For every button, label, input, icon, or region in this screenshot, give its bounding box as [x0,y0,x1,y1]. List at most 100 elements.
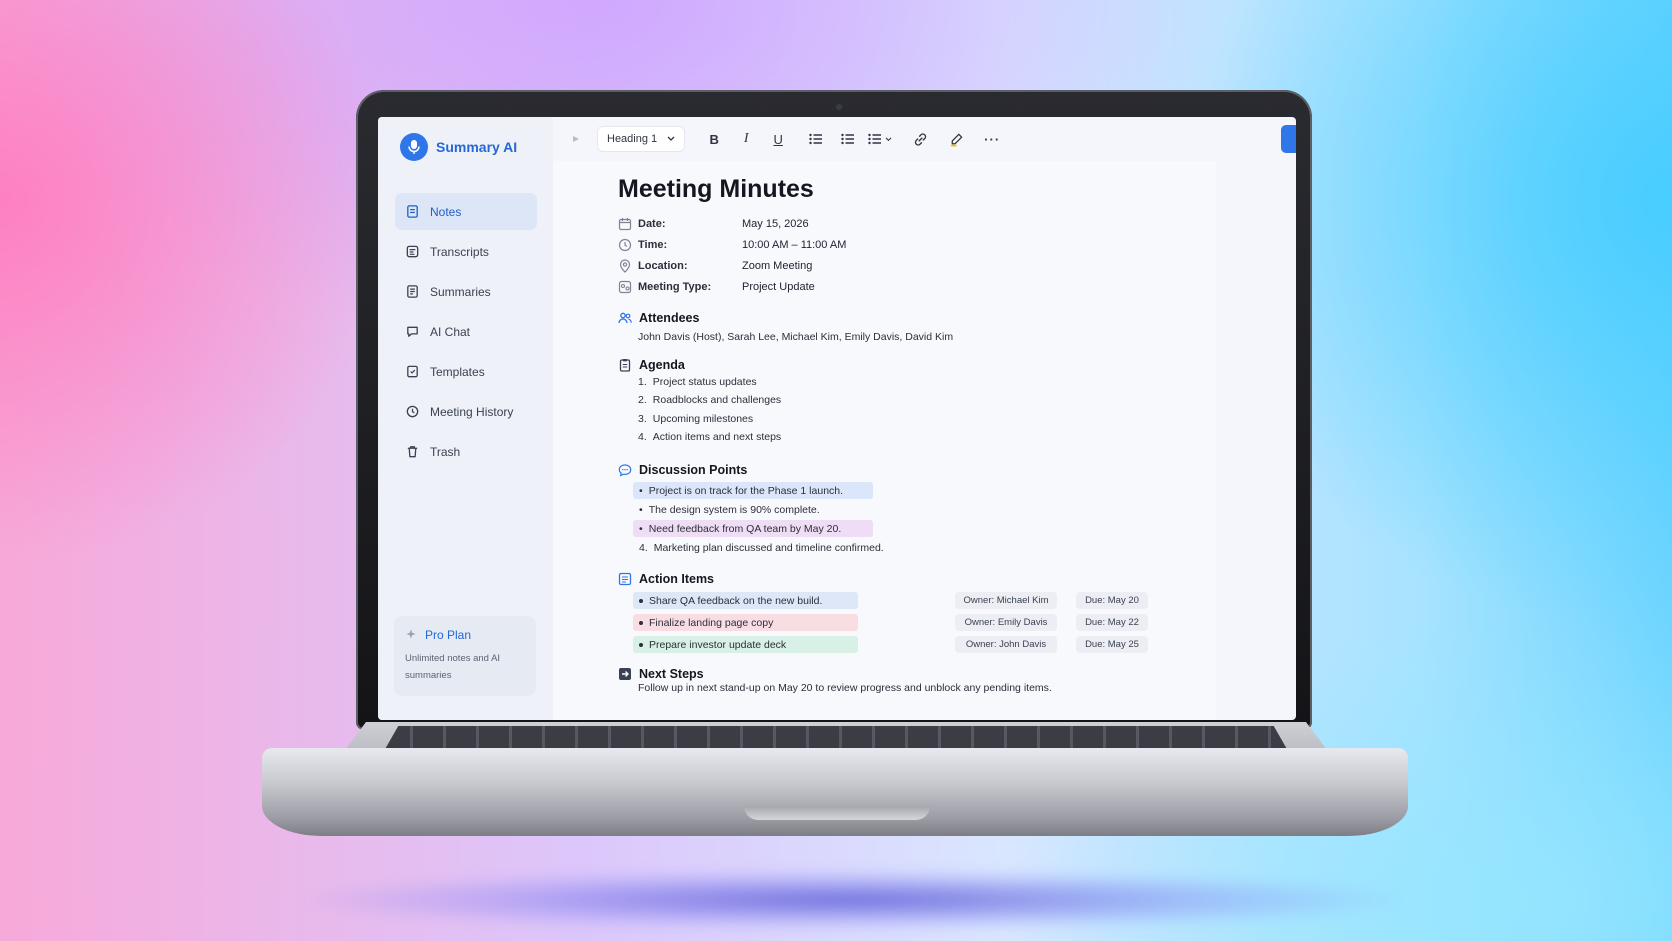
clock-icon [618,238,632,252]
sidebar-item-notes[interactable]: Notes [395,193,537,230]
list-number: 1. [638,376,647,388]
action-items-heading: Action Items [618,572,714,586]
pro-plan-description: Unlimited notes and AI summaries [405,653,501,681]
sidebar-item-label: AI Chat [430,324,471,339]
share-button[interactable]: Share [1281,125,1296,153]
italic-button[interactable]: I [733,126,759,152]
sidebar-item-ai-chat[interactable]: AI Chat [395,313,537,350]
list-options-icon [868,133,882,145]
discussion-heading: Discussion Points [618,463,747,477]
meta-label: Location: [638,260,688,272]
meta-label: Meeting Type: [638,281,712,293]
bullet-dot [639,598,643,603]
meta-label: Time: [638,239,668,251]
sidebar-item-label: Templates [430,364,485,379]
bulleted-list-button[interactable] [803,126,829,152]
bullet-marker: • [639,503,643,516]
link-button[interactable] [907,126,933,152]
highlighter-icon [950,133,962,147]
document-canvas[interactable]: Meeting Minutes Date: May 15, 2026 Time:… [553,161,1216,720]
sidebar-item-label: Transcripts [430,244,489,259]
brand-name: Summary AI [436,139,518,155]
calendar-icon [618,218,632,231]
list-text: Marketing plan discussed and timeline co… [653,541,884,554]
list-item: 3. Upcoming milestones [638,413,753,425]
microphone-logo-icon [400,133,428,161]
list-number: 2. [638,394,647,406]
drag-handle-icon[interactable] [563,126,589,152]
brand[interactable]: Summary AI [400,133,517,161]
transcripts-icon [406,245,419,258]
list-number: 4. [638,431,647,443]
laptop-shadow [300,870,1400,930]
bullet-marker: • [639,484,643,497]
meta-value: 10:00 AM – 11:00 AM [742,239,847,251]
list-text: Prepare investor update deck [649,638,787,651]
highlight-button[interactable] [943,126,969,152]
attendees-text: John Davis (Host), Sarah Lee, Michael Ki… [638,331,954,343]
arrow-right-box-icon [619,668,631,680]
location-pin-icon [619,259,631,273]
clipboard-icon [619,359,631,372]
owner-badge: Owner: John Davis [955,636,1057,653]
next-steps-heading: Next Steps [618,667,704,681]
next-steps-heading-text: Next Steps [639,667,704,681]
page-title[interactable]: Meeting Minutes [618,175,814,204]
list-number: 3. [638,413,647,425]
due-badge: Due: May 22 [1076,614,1148,631]
checklist-icon [618,572,632,586]
speech-bubble-icon [618,464,632,477]
list-text: Action items and next steps [652,431,782,443]
action-item: Share QA feedback on the new build. [633,592,858,609]
sidebar-item-transcripts[interactable]: Transcripts [395,233,537,270]
discussion-item: • Project is on track for the Phase 1 lau… [633,482,873,499]
chevron-down-icon [885,136,892,141]
sidebar-item-meeting-history[interactable]: Meeting History [395,393,537,430]
agenda-heading-text: Agenda [639,358,685,372]
list-text: Upcoming milestones [652,413,754,425]
chat-icon [407,326,418,337]
bold-button[interactable]: B [701,126,727,152]
list-options-button[interactable] [867,126,893,152]
sidebar-item-summaries[interactable]: Summaries [395,273,537,310]
meta-type-row: Meeting Type: Project Update [618,279,815,295]
bulleted-list-icon [809,133,823,145]
sidebar: Summary AI Notes Transcripts Summaries A… [378,117,553,720]
notes-icon [407,205,418,218]
history-icon [406,405,419,418]
list-text: Need feedback from QA team by May 20. [648,522,842,535]
action-item: Prepare investor update deck [633,636,858,653]
bullet-dot [639,642,643,647]
bullet-dot [639,620,643,625]
underline-button[interactable]: U [765,126,791,152]
list-item: 4. Action items and next steps [638,431,781,443]
trash-icon [407,446,418,458]
sidebar-nav: Notes Transcripts Summaries AI Chat Temp… [395,193,537,473]
heading-select-value: Heading 1 [607,133,658,145]
numbered-list-button[interactable] [835,126,861,152]
templates-icon [407,365,418,378]
pro-plan-card[interactable]: Pro Plan Unlimited notes and AI summarie… [394,616,536,696]
list-text: The design system is 90% complete. [648,503,820,516]
discussion-item: • The design system is 90% complete. [633,501,873,518]
sidebar-item-label: Meeting History [430,404,514,419]
sidebar-item-templates[interactable]: Templates [395,353,537,390]
list-text: Project is on track for the Phase 1 laun… [648,484,844,497]
list-item: 1. Project status updates [638,376,757,388]
heading-select[interactable]: Heading 1 [597,126,686,152]
chevron-down-icon [667,136,675,141]
people-icon [618,312,632,324]
link-icon [914,132,926,146]
owner-badge: Owner: Emily Davis [955,614,1057,631]
summaries-icon [407,285,418,298]
sidebar-item-trash[interactable]: Trash [395,433,537,470]
editor-toolbar: Heading 1 B I U ··· Share JD [553,117,1296,161]
due-badge: Due: May 20 [1076,592,1148,609]
sidebar-item-label: Trash [430,444,461,459]
more-options-button[interactable]: ··· [979,126,1005,152]
bullet-marker: • [639,522,643,535]
list-text: Roadblocks and challenges [652,394,782,406]
meta-value: May 15, 2026 [742,218,809,230]
webcam [836,104,842,110]
attendees-heading-text: Attendees [639,311,700,325]
